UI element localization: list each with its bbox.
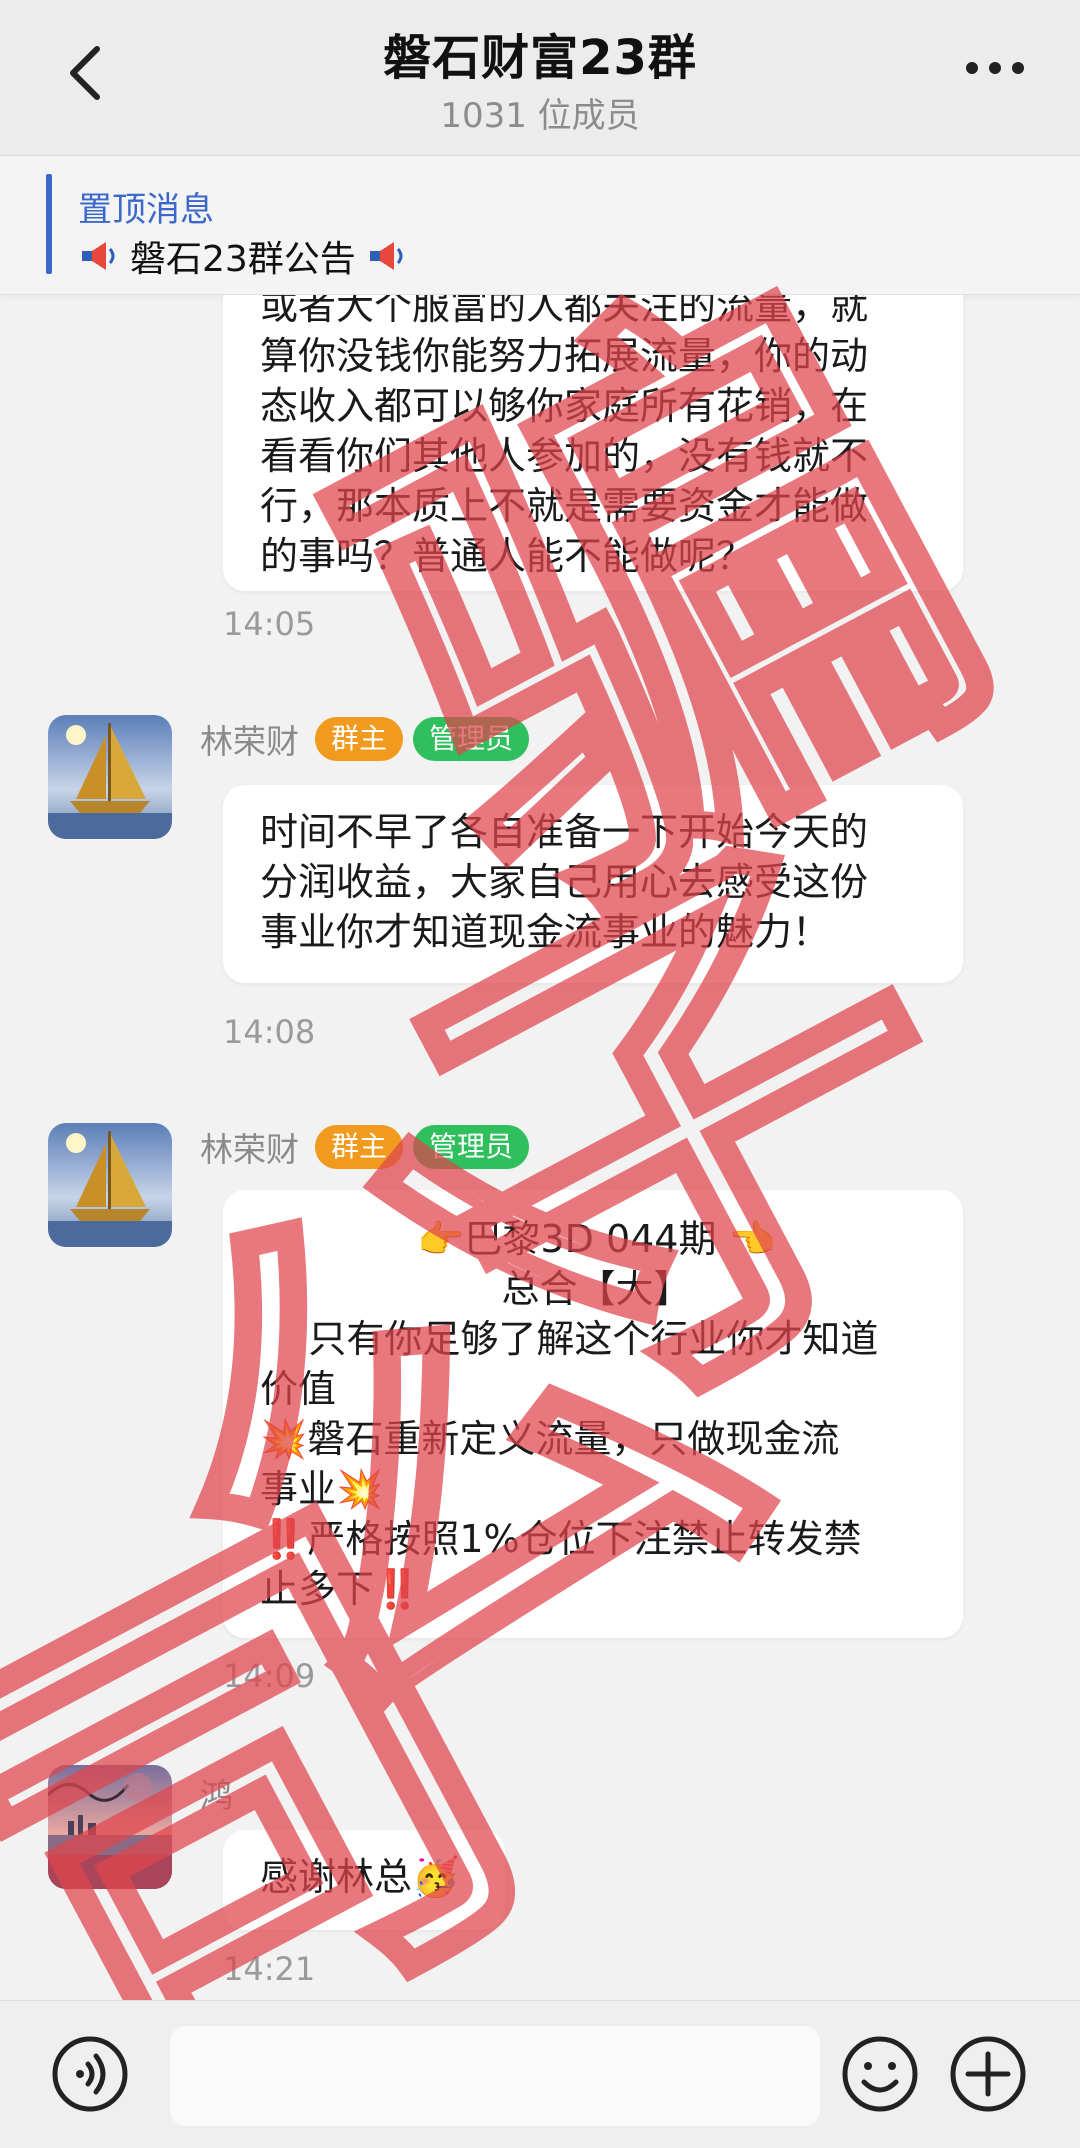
message-line: 的事吗？普通人能不能做呢？ — [260, 534, 755, 578]
group-title: 磐石财富23群 — [383, 30, 697, 86]
pinned-label: 置顶消息 — [78, 190, 214, 230]
plus-button[interactable] — [948, 2034, 1028, 2114]
message-line: 👉巴黎3D 044期 👈 — [417, 1217, 776, 1261]
emoji-button[interactable] — [840, 2034, 920, 2114]
message-line: 事业你才知道现金流事业的魅力！ — [260, 910, 831, 954]
sender-row: 林荣财 群主 管理员 — [200, 715, 530, 763]
pinned-text: 磐石23群公告 — [130, 239, 356, 280]
message-bubble[interactable]: 感谢林总🥳 — [223, 1830, 505, 1930]
owner-tag: 群主 — [315, 717, 404, 761]
message-time: 14:21 — [223, 1950, 316, 1988]
message-time: 14:05 — [223, 605, 316, 643]
sunset-avatar-image — [48, 1765, 172, 1889]
message-line: 感谢林总🥳 — [260, 1855, 460, 1899]
voice-icon — [52, 2036, 128, 2112]
message-line: 价值 — [260, 1367, 337, 1411]
pinned-message[interactable]: 置顶消息 磐石23群公告 — [0, 156, 1080, 295]
admin-tag: 管理员 — [413, 1125, 530, 1169]
megaphone-icon — [369, 242, 403, 270]
more-button[interactable] — [960, 48, 1030, 88]
emoji-icon — [842, 2036, 918, 2112]
pinned-accent-bar — [46, 174, 52, 274]
message-list[interactable]: 或者大个服富的人都关注的流量，就 算你没钱你能努力拓展流量，你的动 态收入都可以… — [0, 295, 1080, 1995]
sender-row: 林荣财 群主 管理员 — [200, 1123, 530, 1171]
message-line: 只有你足够了解这个行业你才知道 — [260, 1317, 879, 1361]
megaphone-icon — [82, 242, 115, 270]
message-line: ‼️严格按照1%仓位下注禁止转发禁 — [260, 1517, 862, 1561]
message-line: 行，那本质上不就是需要资金才能做 — [260, 484, 869, 528]
admin-tag: 管理员 — [413, 717, 530, 761]
owner-tag: 群主 — [315, 1125, 404, 1169]
message-line: 或者大个服富的人都关注的流量，就 — [260, 295, 869, 328]
message-line: 💥磐石重新定义流量，只做现金流 — [260, 1417, 840, 1461]
plus-icon — [950, 2036, 1026, 2112]
message-input[interactable] — [170, 2026, 820, 2126]
avatar[interactable] — [48, 1123, 172, 1247]
message-line: 总合【大】 — [501, 1267, 692, 1311]
avatar[interactable] — [48, 715, 172, 839]
voice-button[interactable] — [50, 2034, 130, 2114]
sender-name[interactable]: 林荣财 — [200, 715, 299, 763]
message-bubble[interactable]: 或者大个服富的人都关注的流量，就 算你没钱你能努力拓展流量，你的动 态收入都可以… — [223, 295, 963, 591]
message-time: 14:08 — [223, 1013, 316, 1051]
member-count: 1031 位成员 — [440, 96, 640, 136]
avatar[interactable] — [48, 1765, 172, 1889]
message-line: 态收入都可以够你家庭所有花销，在 — [260, 384, 869, 428]
message-bubble[interactable]: 时间不早了各自准备一下开始今天的 分润收益，大家自己用心去感受这份 事业你才知道… — [223, 785, 963, 983]
message-line: 分润收益，大家自己用心去感受这份 — [260, 860, 869, 904]
message-time: 14:09 — [223, 1657, 316, 1695]
sender-row: 鸿 — [200, 1769, 239, 1817]
message-line: 事业💥 — [260, 1467, 384, 1511]
more-icon — [966, 62, 1024, 74]
sender-name[interactable]: 林荣财 — [200, 1123, 299, 1171]
sender-name[interactable]: 鸿 — [200, 1769, 233, 1817]
message-line: 看看你们其他人参加的，没有钱就不 — [260, 434, 869, 478]
pinned-text-row: 磐石23群公告 — [78, 230, 408, 282]
chat-header: 磐石财富23群 1031 位成员 — [0, 0, 1080, 156]
message-line: 时间不早了各自准备一下开始今天的 — [260, 810, 869, 854]
input-bar — [0, 2000, 1080, 2148]
message-line: 算你没钱你能努力拓展流量，你的动 — [260, 334, 869, 378]
message-line: 止多下‼️ — [260, 1567, 422, 1611]
sailboat-avatar-image — [48, 1123, 172, 1247]
message-bubble[interactable]: 👉巴黎3D 044期 👈 总合【大】 只有你足够了解这个行业你才知道 价值 💥磐… — [223, 1190, 963, 1638]
sailboat-avatar-image — [48, 715, 172, 839]
